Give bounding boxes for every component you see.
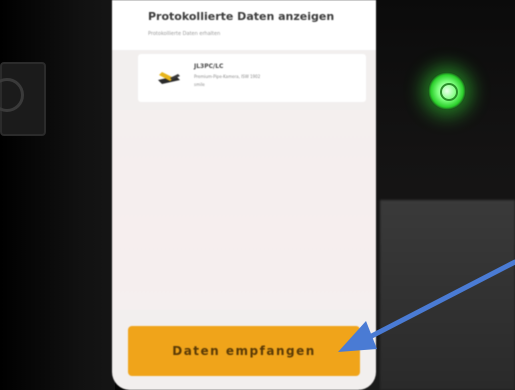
device-description: Premium-Pipe-Kamera, ISW 1902 <box>194 74 261 79</box>
device-list-item[interactable]: JL3PC/LC Premium-Pipe-Kamera, ISW 1902 s… <box>138 54 366 102</box>
receive-data-label: Daten empfangen <box>172 344 316 358</box>
device-detail: smile <box>194 82 205 87</box>
empty-list-area <box>112 110 376 310</box>
device-name: JL3PC/LC <box>194 63 224 70</box>
photo-frame: Protokollierte Daten anzeigen Protokolli… <box>0 0 515 390</box>
power-symbol-icon <box>440 83 458 101</box>
background-panel <box>380 200 515 390</box>
dark-surroundings-left <box>0 0 115 390</box>
page-title: Protokollierte Daten anzeigen <box>148 10 335 23</box>
page-subtitle: Protokollierte Daten erhalten <box>148 31 221 37</box>
receive-data-button[interactable]: Daten empfangen <box>128 326 360 376</box>
screen-header: Protokollierte Daten anzeigen Protokolli… <box>112 0 376 50</box>
phone-screen: Protokollierte Daten anzeigen Protokolli… <box>112 0 376 390</box>
pipe-camera-icon <box>158 72 180 84</box>
